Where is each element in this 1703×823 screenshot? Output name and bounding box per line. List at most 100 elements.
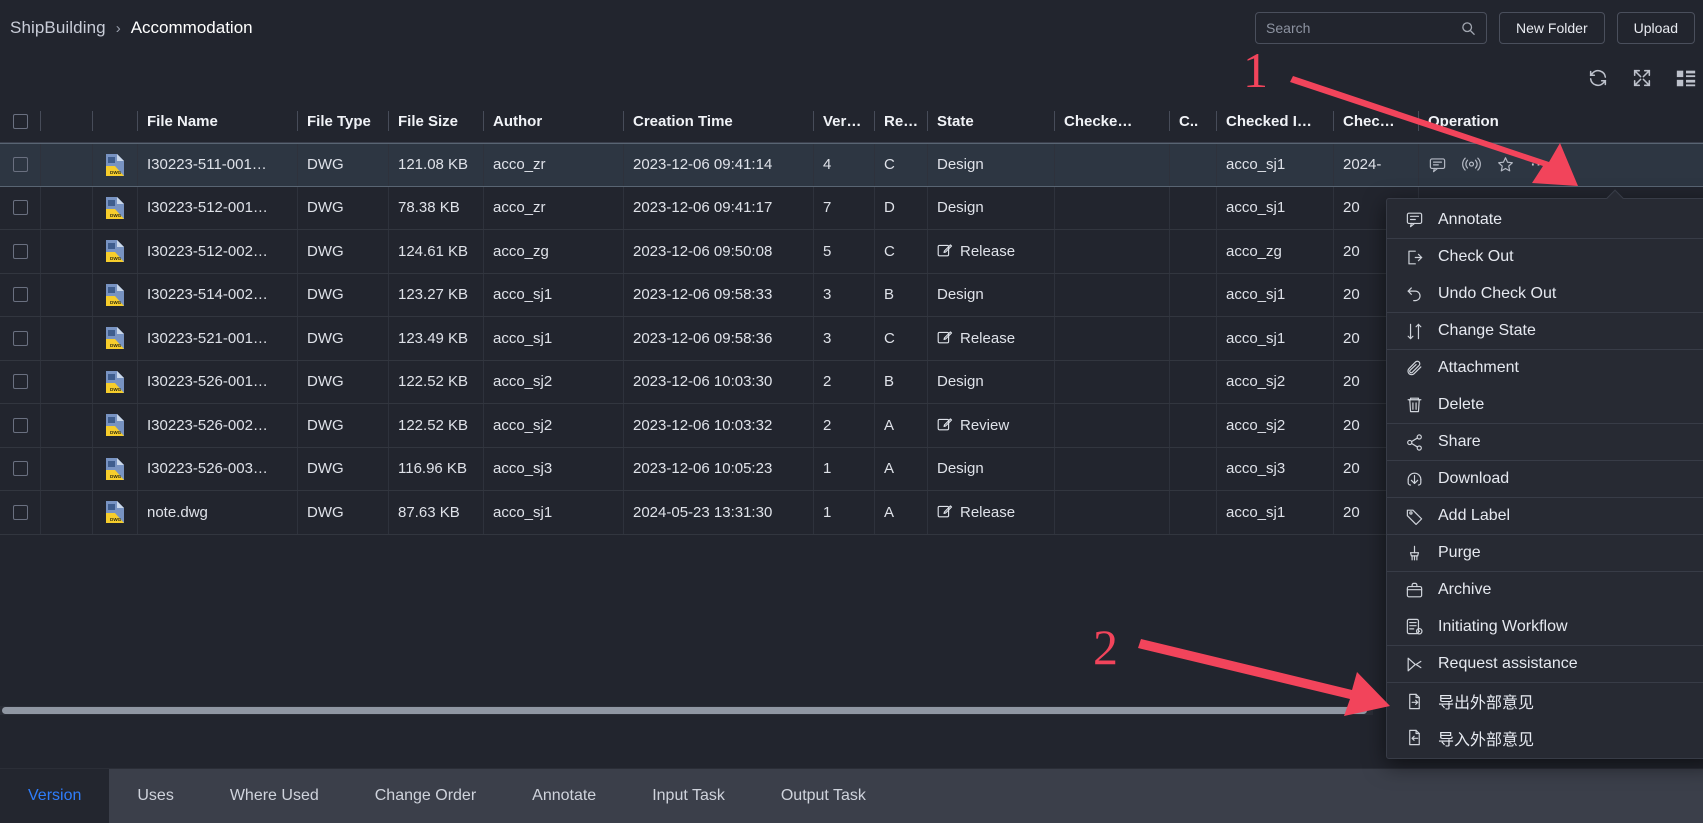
- cell-author: acco_sj3: [483, 447, 623, 491]
- new-folder-button[interactable]: New Folder: [1499, 12, 1605, 44]
- tab-input-task[interactable]: Input Task: [624, 769, 753, 823]
- column-header-checked_in_by[interactable]: Checked I…: [1216, 100, 1333, 142]
- row-checkbox[interactable]: [12, 157, 28, 173]
- context-menu-item-archive[interactable]: Archive: [1387, 571, 1703, 608]
- column-header-checked_out_by[interactable]: Checke…: [1054, 100, 1169, 142]
- row-checkbox[interactable]: [12, 200, 28, 216]
- cell-file_size: 121.08 KB: [388, 144, 483, 186]
- context-menu-item-check-out[interactable]: Check Out: [1387, 238, 1703, 275]
- column-header-creation_time[interactable]: Creation Time: [623, 100, 813, 142]
- context-menu-item-undo-check-out[interactable]: Undo Check Out: [1387, 275, 1703, 312]
- search-box[interactable]: [1255, 12, 1488, 44]
- more-icon[interactable]: ⋯: [1530, 155, 1549, 175]
- fullscreen-icon[interactable]: [1631, 67, 1653, 89]
- cell-file_name: I30223-512-001…: [137, 186, 297, 230]
- cell-file_size: 87.63 KB: [398, 503, 460, 521]
- cell-file_type: DWG: [307, 242, 344, 260]
- table-row[interactable]: DWG I30223-511-001… DWG 121.08 KB acco_zr 20…: [0, 143, 1703, 187]
- annotate-icon[interactable]: [1428, 155, 1447, 174]
- broadcast-icon[interactable]: [1462, 155, 1481, 174]
- cell-checked_in_time: 20: [1343, 199, 1360, 217]
- cell-checked_in_by: acco_sj3: [1226, 460, 1286, 478]
- column-header-label: C..: [1179, 112, 1199, 130]
- tab-uses[interactable]: Uses: [109, 769, 201, 823]
- column-header-author[interactable]: Author: [483, 100, 623, 142]
- context-menu-item-导入外部意见[interactable]: 导入外部意见: [1387, 719, 1703, 756]
- cell-fileicon: DWG: [92, 186, 137, 230]
- cell-c_col: [1169, 186, 1216, 230]
- cell-state: Design: [927, 186, 1054, 230]
- upload-button[interactable]: Upload: [1616, 12, 1695, 44]
- column-header-state[interactable]: State: [927, 100, 1054, 142]
- tab-where-used[interactable]: Where Used: [202, 769, 347, 823]
- cell-file_type: DWG: [307, 416, 344, 434]
- context-menu-item-share[interactable]: Share: [1387, 423, 1703, 460]
- refresh-icon[interactable]: [1587, 67, 1609, 89]
- column-header-checked_in_time[interactable]: Chec…: [1333, 100, 1418, 142]
- cell-creation_time: 2023-12-06 09:41:14: [633, 156, 773, 174]
- cell-author: acco_sj2: [483, 360, 623, 404]
- cell-spacer1: [40, 273, 92, 317]
- breadcrumb-current[interactable]: Accommodation: [131, 18, 253, 38]
- column-header-file_name[interactable]: File Name: [137, 100, 297, 142]
- column-header-operation[interactable]: Operation: [1418, 100, 1703, 142]
- row-checkbox[interactable]: [12, 287, 28, 303]
- context-menu-item-annotate[interactable]: Annotate: [1387, 201, 1703, 238]
- cell-spacer1: [40, 317, 92, 360]
- state-edit-icon: [937, 331, 953, 344]
- tab-label: Annotate: [532, 787, 597, 804]
- star-icon[interactable]: [1496, 155, 1515, 174]
- context-menu-item-add-label[interactable]: Add Label: [1387, 497, 1703, 534]
- context-menu-item-attachment[interactable]: Attachment: [1387, 349, 1703, 386]
- cell-file_type: DWG: [297, 491, 388, 534]
- row-checkbox[interactable]: [12, 417, 28, 433]
- tab-change-order[interactable]: Change Order: [347, 769, 504, 823]
- column-header-revision[interactable]: Re…: [874, 100, 927, 142]
- row-checkbox[interactable]: [12, 374, 28, 390]
- tab-output-task[interactable]: Output Task: [753, 769, 894, 823]
- column-header-checkbox[interactable]: [0, 100, 40, 142]
- context-menu-item-request-assistance[interactable]: Request assistance: [1387, 645, 1703, 682]
- cell-checked_in_time: 20: [1343, 503, 1360, 521]
- select-all-checkbox[interactable]: [12, 113, 28, 129]
- row-checkbox[interactable]: [12, 243, 28, 259]
- row-checkbox[interactable]: [12, 461, 28, 477]
- horizontal-scrollbar[interactable]: [0, 706, 1373, 715]
- cell-version: 1: [813, 447, 874, 491]
- grid-view-icon[interactable]: [1675, 67, 1697, 89]
- cell-state: Release: [927, 317, 1054, 360]
- context-menu-item-delete[interactable]: Delete: [1387, 386, 1703, 423]
- column-header-version[interactable]: Ver…: [813, 100, 874, 142]
- cell-author: acco_zr: [493, 199, 546, 217]
- column-header-label: Ver…: [823, 112, 862, 130]
- row-checkbox[interactable]: [12, 330, 28, 346]
- column-header-label: Chec…: [1343, 112, 1395, 130]
- cell-creation_time: 2023-12-06 10:03:32: [633, 416, 773, 434]
- cell-file_size: 122.52 KB: [388, 360, 483, 404]
- search-input[interactable]: [1266, 20, 1462, 36]
- svg-text:DWG: DWG: [110, 430, 122, 435]
- context-menu-item-download[interactable]: Download: [1387, 460, 1703, 497]
- row-checkbox[interactable]: [12, 504, 28, 520]
- column-header-spacer1[interactable]: [40, 100, 92, 142]
- context-menu-item-change-state[interactable]: Change State: [1387, 312, 1703, 349]
- context-menu-item-导出外部意见[interactable]: 导出外部意见: [1387, 682, 1703, 719]
- scrollbar-thumb[interactable]: [2, 707, 1367, 714]
- column-header-file_type[interactable]: File Type: [297, 100, 388, 142]
- tab-version[interactable]: Version: [0, 769, 110, 823]
- cell-file_type: DWG: [297, 230, 388, 273]
- cell-state: Design: [927, 447, 1054, 491]
- context-menu-item-purge[interactable]: Purge: [1387, 534, 1703, 571]
- cell-file_name: I30223-526-002…: [147, 416, 268, 434]
- cell-creation_time: 2023-12-06 09:58:36: [623, 317, 813, 360]
- cell-creation_time: 2024-05-23 13:31:30: [633, 503, 773, 521]
- tab-annotate[interactable]: Annotate: [504, 769, 624, 823]
- breadcrumb-root[interactable]: ShipBuilding: [10, 18, 106, 38]
- cell-c_col: [1169, 230, 1216, 273]
- cell-file_size: 121.08 KB: [398, 156, 469, 174]
- context-menu-item-initiating-workflow[interactable]: Initiating Workflow: [1387, 608, 1703, 645]
- column-header-c_col[interactable]: C..: [1169, 100, 1216, 142]
- column-header-fileicon[interactable]: [92, 100, 137, 142]
- cell-version: 1: [823, 460, 832, 478]
- column-header-file_size[interactable]: File Size: [388, 100, 483, 142]
